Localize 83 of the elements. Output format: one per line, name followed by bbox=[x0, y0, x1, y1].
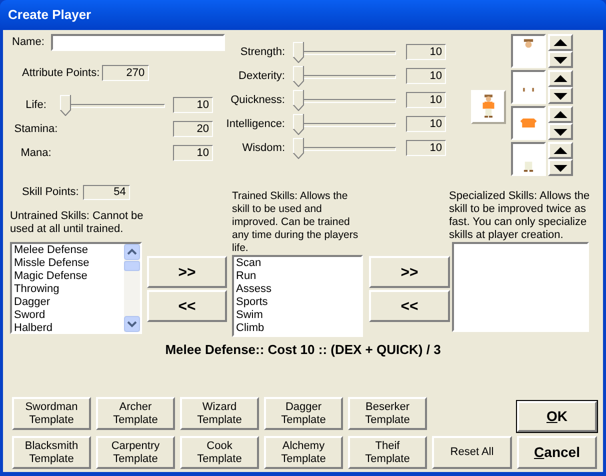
attribute-value: 10 bbox=[406, 140, 446, 156]
list-item[interactable]: Throwing bbox=[14, 283, 124, 296]
attribute-value: 10 bbox=[406, 116, 446, 132]
up-button[interactable] bbox=[548, 34, 573, 51]
skill-cost-text: Melee Defense:: Cost 10 :: (DEX + QUICK) / 3 bbox=[165, 341, 441, 359]
template-button[interactable]: Alchemy Template bbox=[264, 436, 343, 469]
untrained-skills-description: Untrained Skills: Cannot be used at all until trained. bbox=[10, 210, 144, 236]
attribute-label: Quickness: bbox=[230, 92, 285, 108]
list-item[interactable]: Assess bbox=[236, 283, 361, 296]
attribute-label: Strength: bbox=[239, 44, 285, 60]
move-right-button[interactable]: >> bbox=[369, 256, 450, 288]
attribute-label: Dexterity: bbox=[238, 68, 285, 84]
list-item[interactable]: Halberd bbox=[14, 322, 124, 335]
scroll-up-icon[interactable] bbox=[124, 244, 140, 260]
list-item[interactable]: Sword bbox=[14, 309, 124, 322]
down-button[interactable] bbox=[548, 159, 573, 176]
down-button[interactable] bbox=[548, 51, 573, 68]
skill-points-value: 54 bbox=[82, 184, 130, 200]
slider-thumb[interactable] bbox=[293, 66, 304, 86]
head-icon bbox=[524, 39, 534, 48]
list-item[interactable]: Melee Defense bbox=[14, 244, 124, 257]
template-button[interactable]: Dagger Template bbox=[264, 397, 343, 430]
attribute-value: 10 bbox=[173, 97, 213, 113]
pants-icon bbox=[524, 162, 534, 172]
name-label: Name: bbox=[12, 35, 46, 50]
list-item[interactable]: Scan bbox=[236, 257, 361, 270]
attribute-value: 20 bbox=[173, 121, 213, 137]
trained-skills-description: Trained Skills: Allows the skill to be used and improved. Can be trained any time during the players life. bbox=[232, 190, 360, 255]
move-left-button[interactable]: << bbox=[147, 290, 227, 322]
slider-thumb[interactable] bbox=[60, 94, 71, 116]
slider-thumb[interactable] bbox=[293, 138, 304, 158]
attribute-label: Mana: bbox=[20, 146, 52, 161]
attribute-label: Life: bbox=[24, 98, 48, 113]
up-button[interactable] bbox=[548, 70, 573, 87]
cancel-button[interactable]: Cancel bbox=[517, 436, 597, 469]
list-item[interactable]: Sports bbox=[236, 296, 361, 309]
attribute-value: 10 bbox=[406, 44, 446, 60]
move-right-button[interactable]: >> bbox=[147, 256, 227, 288]
attribute-label: Stamina: bbox=[13, 122, 59, 137]
slider-thumb[interactable] bbox=[293, 90, 304, 110]
ok-button[interactable]: OK bbox=[517, 401, 597, 432]
list-item[interactable]: Run bbox=[236, 270, 361, 283]
up-button[interactable] bbox=[548, 142, 573, 159]
list-item[interactable]: Missle Defense bbox=[14, 257, 124, 270]
list-item[interactable]: Magic Defense bbox=[14, 270, 124, 283]
template-button[interactable]: Theif Template bbox=[348, 436, 427, 469]
slider-thumb[interactable] bbox=[293, 42, 304, 62]
template-button[interactable]: Blacksmith Template bbox=[12, 436, 91, 469]
scroll-thumb[interactable] bbox=[124, 261, 140, 271]
specialized-skills-list[interactable] bbox=[452, 242, 589, 332]
move-left-button[interactable]: << bbox=[369, 290, 450, 322]
slider-thumb[interactable] bbox=[293, 114, 304, 134]
up-button[interactable] bbox=[548, 106, 573, 123]
attribute-value: 10 bbox=[406, 92, 446, 108]
name-field[interactable] bbox=[50, 34, 225, 51]
template-button[interactable]: Swordman Template bbox=[12, 397, 91, 430]
list-item[interactable]: Swim bbox=[236, 309, 361, 322]
template-button[interactable]: Beserker Template bbox=[348, 397, 427, 430]
attribute-label: Wisdom: bbox=[241, 140, 285, 156]
untrained-skills-list[interactable]: Melee Defense Missle Defense Magic Defense Throwing Dagger Sword Halberd bbox=[10, 242, 142, 334]
attribute-points-label: Attribute Points: bbox=[22, 66, 100, 81]
trained-skills-list[interactable]: Scan Run Assess Sports Swim Climb bbox=[232, 255, 363, 337]
scrollbar[interactable] bbox=[124, 244, 140, 332]
attribute-value: 10 bbox=[173, 145, 213, 161]
template-button[interactable]: Cook Template bbox=[180, 436, 259, 469]
attribute-label: Intelligence: bbox=[225, 116, 285, 132]
template-button[interactable]: Wizard Template bbox=[180, 397, 259, 430]
character-drawing bbox=[471, 90, 506, 124]
down-button[interactable] bbox=[548, 87, 573, 104]
template-button[interactable]: Carpentry Template bbox=[96, 436, 175, 469]
scroll-down-icon[interactable] bbox=[124, 316, 140, 332]
shirt-icon bbox=[520, 118, 537, 128]
specialized-skills-description: Specialized Skills: Allows the skill to be improved twice as fast. You can only specialize skills at player creation. bbox=[449, 190, 591, 242]
down-button[interactable] bbox=[548, 123, 573, 140]
window-title: Create Player bbox=[8, 6, 92, 24]
reset-button[interactable]: Reset All bbox=[432, 436, 512, 469]
list-item[interactable]: Climb bbox=[236, 322, 361, 335]
list-item[interactable]: Dagger bbox=[14, 296, 124, 309]
attribute-value: 10 bbox=[406, 68, 446, 84]
template-button[interactable]: Archer Template bbox=[96, 397, 175, 430]
attribute-points-value: 270 bbox=[102, 65, 149, 81]
skill-points-label: Skill Points: bbox=[22, 184, 79, 200]
hands-icon bbox=[523, 88, 534, 92]
